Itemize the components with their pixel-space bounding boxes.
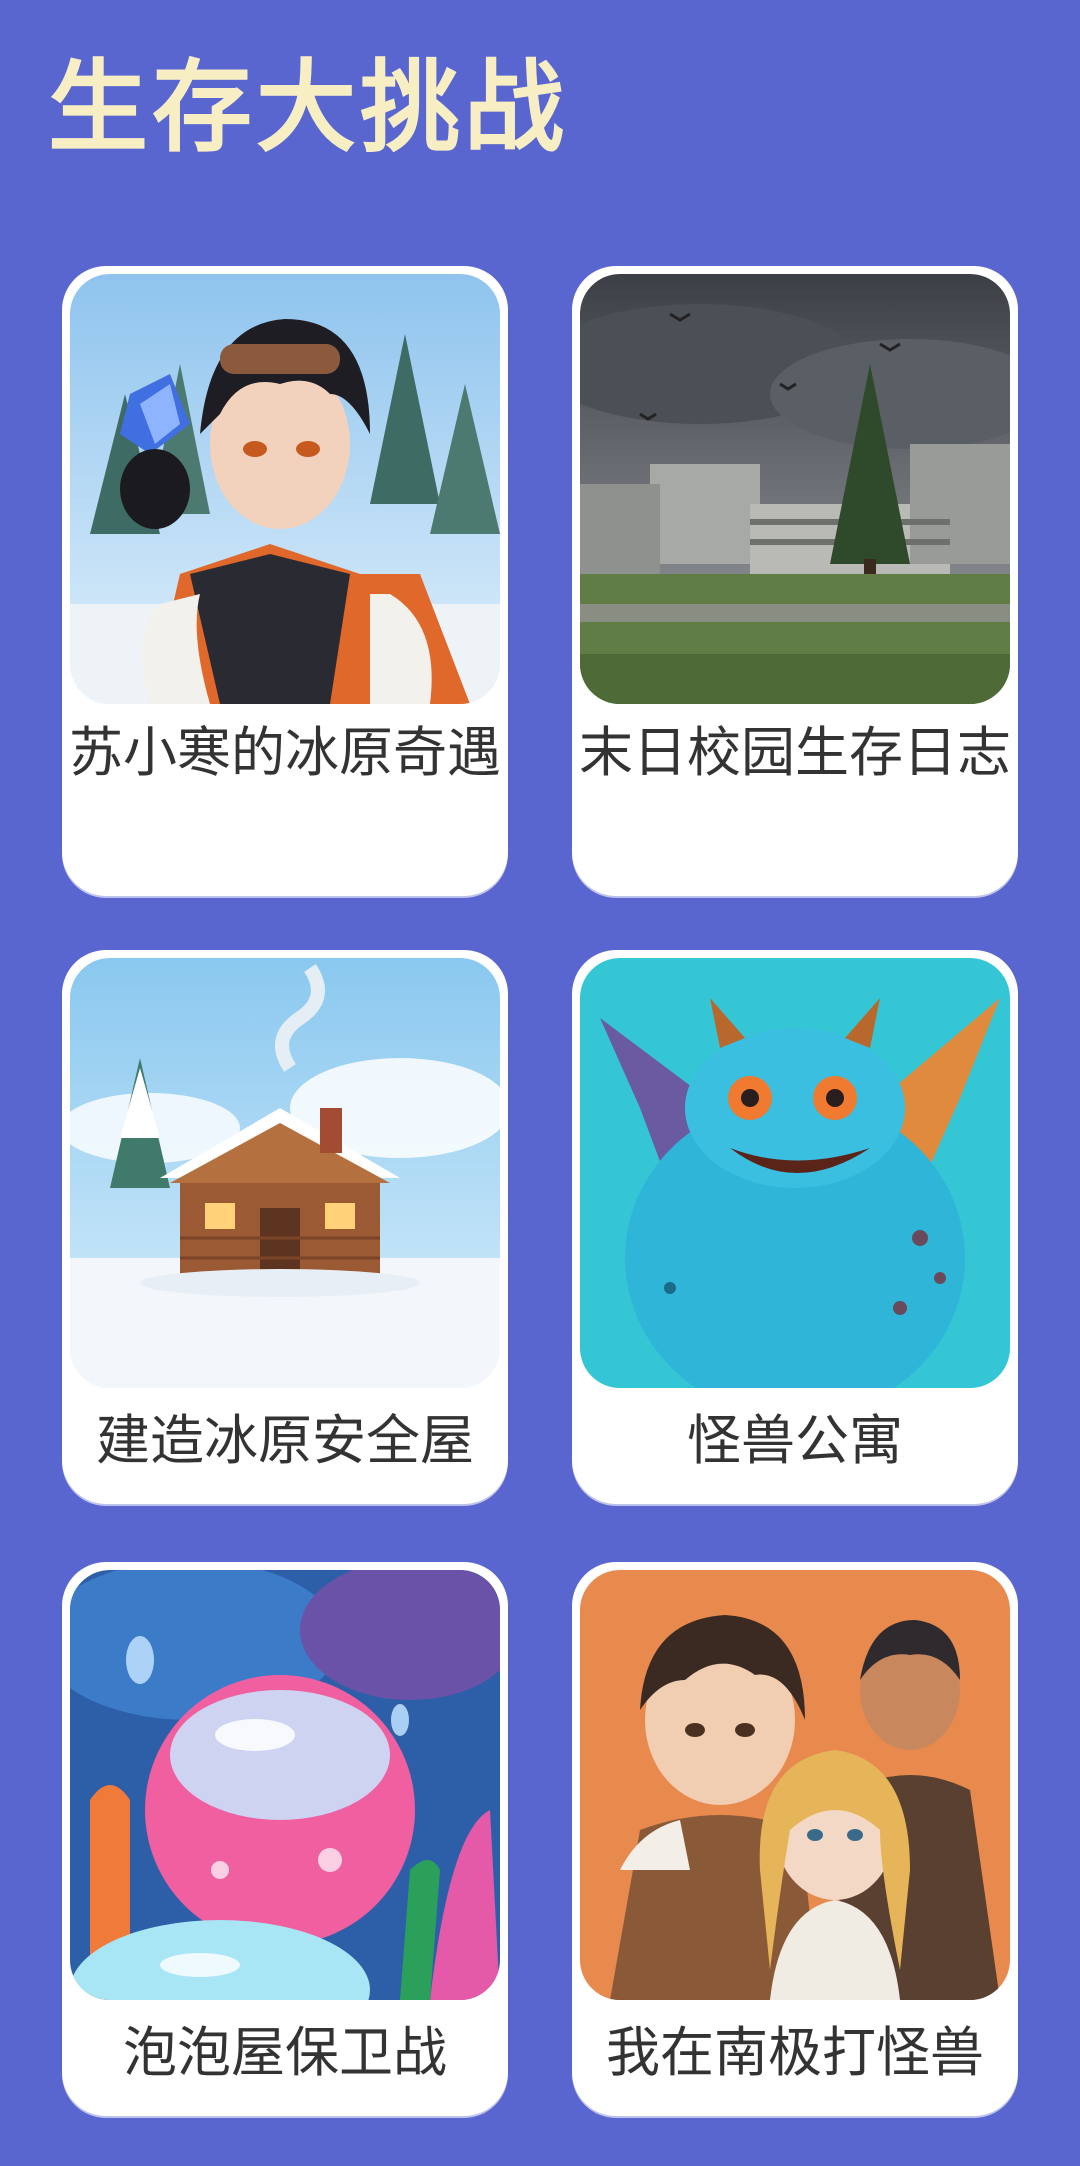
story-title: 泡泡屋保卫战 (123, 2021, 447, 2084)
story-title: 末日校园生存日志 (579, 721, 1011, 784)
story-card[interactable]: 我在南极打怪兽 (572, 1562, 1018, 2116)
story-thumbnail (580, 1570, 1010, 2000)
story-thumbnail (580, 274, 1010, 704)
story-title: 苏小寒的冰原奇遇 (69, 721, 501, 784)
story-card[interactable]: 泡泡屋保卫战 (62, 1562, 508, 2116)
story-card[interactable]: 末日校园生存日志 (572, 266, 1018, 896)
story-card[interactable]: 怪兽公寓 (572, 950, 1018, 1504)
story-title: 建造冰原安全屋 (96, 1409, 474, 1472)
story-thumbnail (580, 958, 1010, 1388)
story-thumbnail (70, 274, 500, 704)
story-thumbnail (70, 958, 500, 1388)
story-thumbnail (70, 1570, 500, 2000)
page-title: 生存大挑战 (48, 49, 568, 166)
story-title: 怪兽公寓 (687, 1409, 903, 1472)
story-card[interactable]: 苏小寒的冰原奇遇 (62, 266, 508, 896)
story-title: 我在南极打怪兽 (606, 2021, 984, 2084)
story-card[interactable]: 建造冰原安全屋 (62, 950, 508, 1504)
